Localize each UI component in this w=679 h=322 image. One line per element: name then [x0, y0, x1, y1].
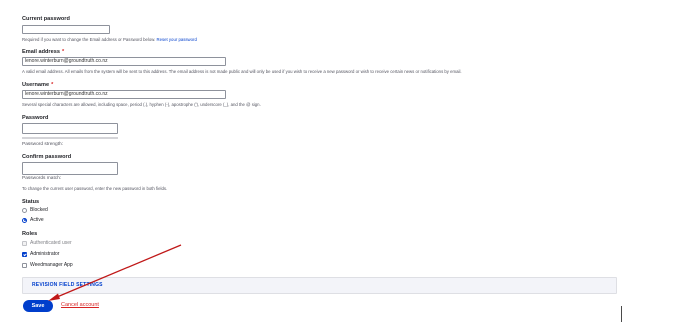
username-label: Username * — [22, 82, 53, 88]
confirm-password-label: Confirm password — [22, 154, 72, 160]
annotation-arrow — [48, 244, 182, 301]
status-option-active[interactable]: Active — [22, 217, 44, 223]
cancel-account-link[interactable]: Cancel account — [61, 302, 99, 308]
option-label: Administrator — [30, 251, 60, 257]
revision-field-settings[interactable]: REVISION FIELD SETTINGS — [22, 277, 617, 294]
email-field[interactable]: lenore.winterburn@groundtruth.co.nz — [22, 57, 226, 66]
option-label: Blocked — [30, 207, 48, 213]
option-label: Active — [30, 217, 44, 223]
status-option-blocked[interactable]: Blocked — [22, 207, 48, 213]
role-option-weedmanager-app[interactable]: Weedmanager App — [22, 262, 73, 268]
current-password-label: Current password — [22, 16, 70, 22]
password-field[interactable] — [22, 123, 118, 134]
current-password-description: Required if you want to change the Email… — [22, 37, 197, 42]
email-description: A valid email address. All emails from t… — [22, 69, 462, 74]
required-marker: * — [51, 82, 54, 88]
confirm-password-field[interactable] — [22, 162, 118, 175]
reset-password-link[interactable]: Reset your password — [156, 37, 196, 42]
required-marker: * — [61, 49, 65, 55]
current-password-field[interactable] — [22, 25, 110, 34]
radio-button[interactable] — [22, 217, 27, 223]
option-label: Authenticated user — [30, 240, 72, 246]
divider — [621, 306, 622, 322]
password-label: Password — [22, 115, 49, 121]
checkbox[interactable] — [22, 262, 27, 268]
radio-button[interactable] — [22, 207, 27, 213]
passwords-match-text: Passwords match: — [22, 176, 62, 181]
status-label: Status — [22, 199, 40, 205]
roles-label: Roles — [22, 231, 38, 237]
email-label-text: Email address — [22, 49, 60, 55]
option-label: Weedmanager App — [30, 262, 73, 268]
email-label: Email address * — [22, 49, 64, 55]
confirm-password-description: To change the current user password, ent… — [22, 186, 168, 191]
password-strength-text: Password strength: — [22, 142, 64, 147]
username-label-text: Username — [22, 82, 50, 88]
role-option-administrator[interactable]: Administrator — [22, 251, 59, 257]
save-button[interactable]: Save — [23, 300, 53, 312]
checkbox — [22, 240, 27, 246]
username-field[interactable]: lenore.winterburn@groundtruth.co.nz — [22, 90, 226, 99]
username-description: Several special characters are allowed, … — [22, 102, 261, 107]
revision-field-settings-title[interactable]: REVISION FIELD SETTINGS — [32, 282, 103, 288]
checkbox[interactable] — [22, 251, 27, 257]
password-strength-bar — [22, 137, 118, 139]
current-password-help-text: Required if you want to change the Email… — [22, 37, 156, 42]
role-option-authenticated-user: Authenticated user — [22, 240, 72, 246]
